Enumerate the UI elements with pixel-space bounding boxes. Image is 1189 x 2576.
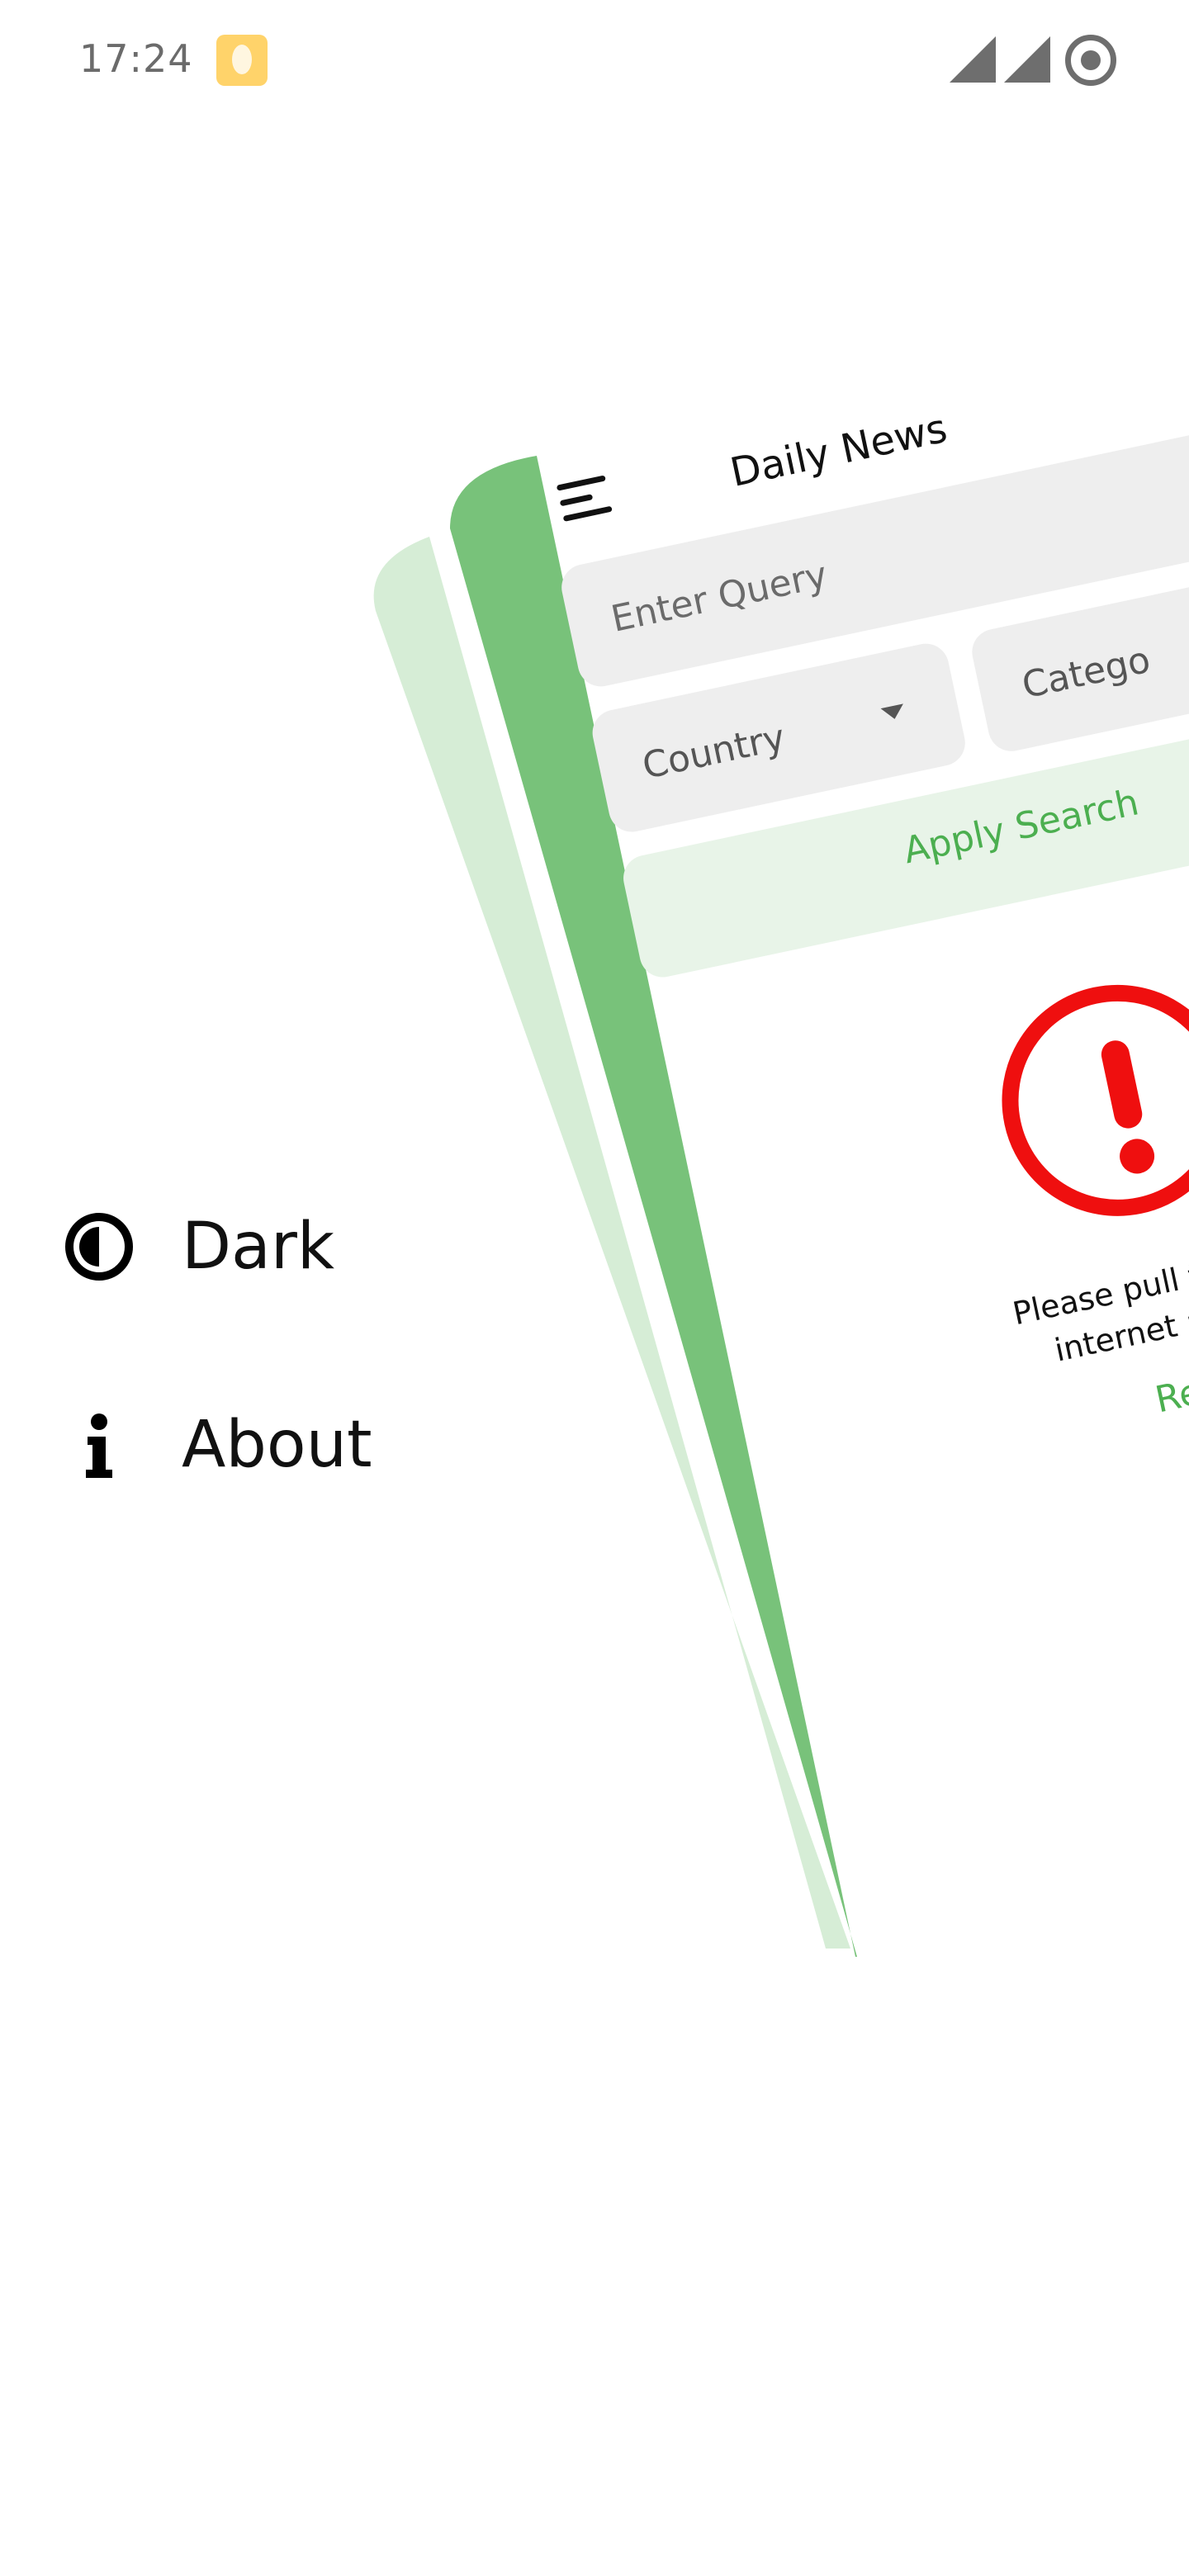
menu-icon[interactable] [557, 475, 614, 527]
search-placeholder: Enter Query [607, 553, 831, 641]
category-label: Catego [1018, 638, 1154, 708]
refresh-button[interactable]: Refre [1152, 1361, 1189, 1422]
screen: 17:24 Dark About Daily News Enter Query … [0, 0, 1189, 2576]
country-label: Country [638, 716, 789, 788]
error-icon [980, 964, 1189, 1238]
app-title: Daily News [726, 405, 951, 496]
chevron-down-icon [881, 703, 907, 721]
apply-search-label: Apply Search [899, 781, 1143, 873]
